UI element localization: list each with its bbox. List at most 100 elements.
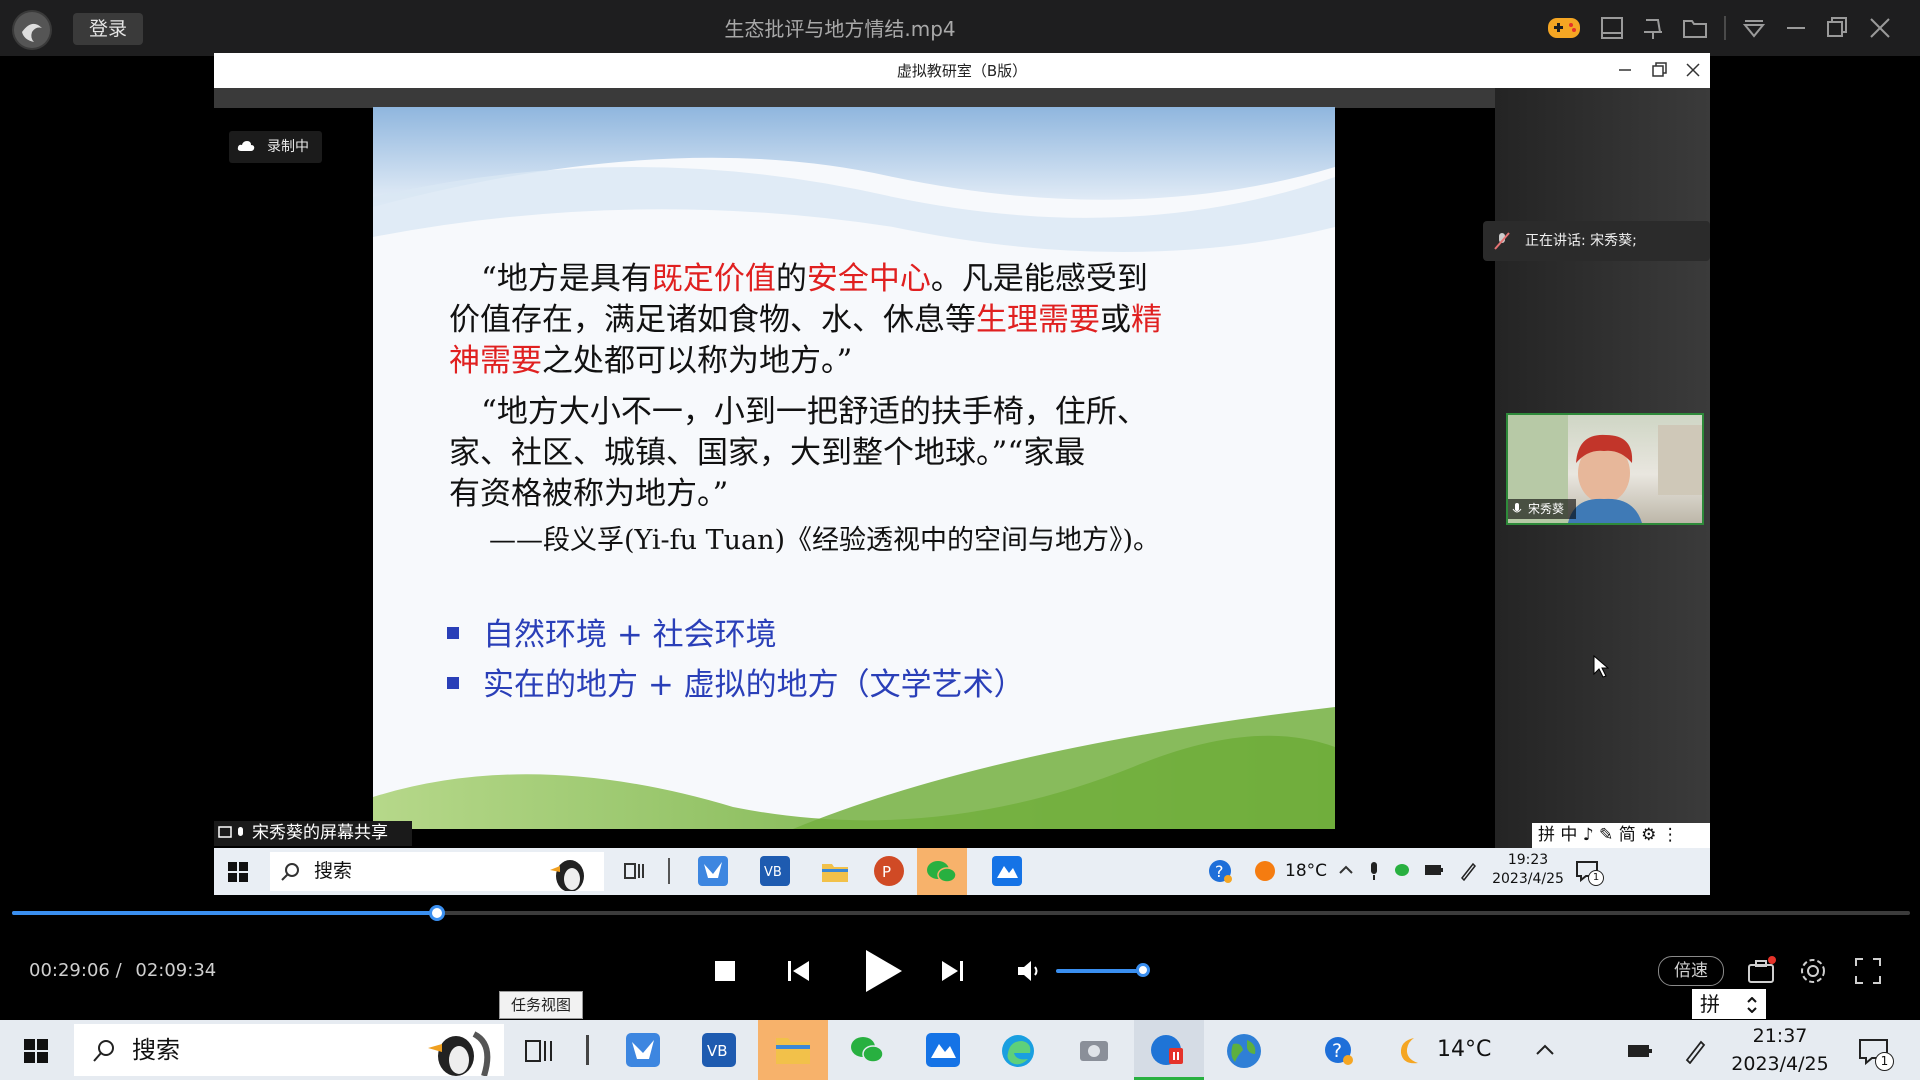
tray-pen-icon[interactable] bbox=[1683, 1038, 1707, 1064]
meeting-app-icon[interactable] bbox=[992, 856, 1022, 886]
video-frame[interactable]: 虚拟教研室（B版） 录制中 “地方是具有既定价值的安全中心。凡是能感受到 价值存… bbox=[214, 53, 1710, 895]
host-ime-toolbar[interactable]: 拼 bbox=[1692, 989, 1766, 1019]
remote-clock-time: 19:23 bbox=[1507, 852, 1549, 868]
quote2-line-1: “地方大小不一，小到一把舒适的扶手椅，住所、 bbox=[481, 394, 1148, 430]
tray-wechat-icon[interactable] bbox=[1394, 862, 1412, 878]
fullscreen-icon[interactable] bbox=[1853, 956, 1883, 986]
progress-fill bbox=[12, 911, 437, 915]
previous-button[interactable] bbox=[785, 958, 811, 984]
tray-microphone-icon[interactable] bbox=[1368, 861, 1380, 881]
wechat-app-icon[interactable] bbox=[849, 1033, 885, 1067]
stop-button[interactable] bbox=[713, 959, 737, 983]
host-search-label: 搜索 bbox=[132, 1036, 180, 1064]
vb-app-icon[interactable]: VB bbox=[702, 1033, 736, 1067]
vb-app-icon[interactable]: VB bbox=[760, 856, 790, 886]
bird-app-icon[interactable] bbox=[698, 856, 728, 886]
wechat-app-icon[interactable] bbox=[917, 848, 967, 895]
speaking-indicator: 正在讲话: 宋秀葵; bbox=[1483, 221, 1710, 261]
presentation-slide: “地方是具有既定价值的安全中心。凡是能感受到 价值存在，满足诸如食物、水、休息等… bbox=[373, 107, 1335, 829]
restore-icon[interactable] bbox=[1822, 13, 1852, 43]
remote-notification-icon[interactable]: 1 bbox=[1574, 858, 1604, 886]
task-view-icon[interactable] bbox=[623, 860, 645, 882]
progress-handle[interactable] bbox=[429, 905, 445, 921]
total-time: 02:09:34 bbox=[135, 960, 217, 981]
task-view-icon[interactable] bbox=[524, 1037, 554, 1065]
attribution: ——段义孚(Yi-fu Tuan)《经验透视中的空间与地方》)。 bbox=[489, 525, 1161, 556]
windows-start-icon[interactable] bbox=[24, 1039, 48, 1063]
gamepad-icon[interactable] bbox=[1547, 13, 1580, 43]
remote-clock: 19:23 2023/4/25 bbox=[1492, 851, 1564, 889]
remote-search-box[interactable]: 搜索 bbox=[270, 852, 604, 891]
host-clock-date: 2023/4/25 bbox=[1731, 1053, 1829, 1075]
edge-browser-icon[interactable] bbox=[1000, 1033, 1036, 1069]
speaking-label: 正在讲话: 宋秀葵; bbox=[1525, 233, 1637, 249]
quote2-line-3: 有资格被称为地方。” bbox=[449, 476, 729, 512]
play-button[interactable] bbox=[860, 947, 904, 995]
remote-minimize-icon[interactable] bbox=[1614, 59, 1636, 81]
svg-text:VB: VB bbox=[707, 1042, 728, 1060]
file-explorer-icon[interactable] bbox=[758, 1020, 828, 1080]
remote-notification-count: 1 bbox=[1588, 870, 1604, 886]
meeting-app-icon[interactable] bbox=[926, 1033, 960, 1067]
quote2-line-2: 家、社区、城镇、国家，大到整个地球。”“家最 bbox=[449, 435, 1086, 471]
remote-close-icon[interactable] bbox=[1682, 59, 1704, 81]
host-ime-text: 拼 bbox=[1700, 992, 1720, 1016]
time-readout: 00:29:06 / 02:09:34 bbox=[29, 956, 216, 986]
remote-restore-icon[interactable] bbox=[1648, 59, 1670, 81]
divider bbox=[668, 858, 670, 884]
volume-icon[interactable] bbox=[1016, 958, 1042, 984]
recording-badge: 录制中 bbox=[229, 131, 322, 163]
login-button[interactable]: 登录 bbox=[73, 13, 143, 45]
tray-battery-icon[interactable] bbox=[1424, 863, 1444, 877]
tray-pen-icon[interactable] bbox=[1459, 861, 1477, 881]
dropdown-icon[interactable] bbox=[1739, 13, 1769, 43]
ime-menu-icon[interactable] bbox=[1746, 997, 1758, 1013]
note-icon[interactable] bbox=[1597, 13, 1627, 43]
penguin-icon bbox=[428, 1031, 491, 1076]
bullet-item: 实在的地方 + 虚拟的地方（文学艺术） bbox=[483, 667, 1025, 703]
remote-window-title: 虚拟教研室（B版） bbox=[896, 62, 1028, 80]
volume-slider-handle[interactable] bbox=[1136, 963, 1150, 977]
search-icon bbox=[280, 862, 300, 882]
host-search-box[interactable]: 搜索 bbox=[74, 1024, 504, 1076]
minimize-icon[interactable] bbox=[1781, 13, 1811, 43]
settings-gear-icon[interactable] bbox=[1798, 956, 1828, 986]
globe-app-icon[interactable] bbox=[1225, 1032, 1263, 1070]
screenshot-tool-icon[interactable] bbox=[1076, 1033, 1112, 1069]
cloud-icon bbox=[237, 139, 255, 153]
app-logo-icon[interactable] bbox=[12, 10, 52, 50]
host-clock: 21:37 2023/4/25 bbox=[1720, 1022, 1840, 1078]
host-taskbar: 搜索 VB ? 14°C 21:37 2023/4/25 1 bbox=[0, 1020, 1920, 1080]
tray-chevron-up-icon[interactable] bbox=[1338, 862, 1354, 878]
microphone-muted-icon bbox=[1493, 231, 1511, 251]
divider bbox=[586, 1035, 589, 1065]
remote-taskbar: 搜索 VB P ? 18°C 19:23 2023/4/25 1 bbox=[214, 848, 1710, 895]
folder-icon[interactable] bbox=[1680, 13, 1710, 43]
next-button[interactable] bbox=[940, 958, 966, 984]
volume-slider-track[interactable] bbox=[1056, 969, 1146, 973]
video-title: 生态批评与地方情结.mp4 bbox=[724, 17, 956, 41]
quote-line-1: “地方是具有既定价值的安全中心。凡是能感受到 bbox=[481, 261, 1148, 297]
toolbox-icon[interactable] bbox=[1746, 956, 1776, 986]
participant-video[interactable]: 宋秀葵 bbox=[1506, 413, 1704, 525]
screen-share-label: 宋秀葵的屏幕共享 bbox=[214, 821, 412, 846]
tray-chevron-up-icon[interactable] bbox=[1534, 1040, 1556, 1060]
help-icon[interactable]: ? bbox=[1323, 1035, 1355, 1067]
bullet-marker bbox=[447, 677, 459, 689]
host-notification-icon[interactable]: 1 bbox=[1857, 1035, 1894, 1071]
bullet-item: 自然环境 + 社会环境 bbox=[483, 617, 777, 653]
help-icon[interactable]: ? bbox=[1207, 858, 1233, 884]
recorder-app-icon[interactable] bbox=[1134, 1020, 1204, 1080]
remote-clock-date: 2023/4/25 bbox=[1492, 871, 1564, 887]
remote-toolbar-strip bbox=[214, 88, 1495, 108]
speed-button[interactable]: 倍速 bbox=[1658, 956, 1724, 986]
microphone-icon bbox=[1512, 502, 1522, 516]
windows-start-icon[interactable] bbox=[228, 862, 248, 882]
pin-icon[interactable] bbox=[1638, 13, 1668, 43]
bird-app-icon[interactable] bbox=[626, 1033, 660, 1067]
close-icon[interactable] bbox=[1865, 13, 1895, 43]
powerpoint-icon[interactable]: P bbox=[874, 856, 904, 886]
remote-ime-toolbar[interactable]: 拼 中 ♪ ✎ 简 ⚙ ⋮ bbox=[1532, 823, 1710, 848]
tray-battery-icon[interactable] bbox=[1627, 1042, 1653, 1060]
file-explorer-icon[interactable] bbox=[820, 858, 850, 884]
